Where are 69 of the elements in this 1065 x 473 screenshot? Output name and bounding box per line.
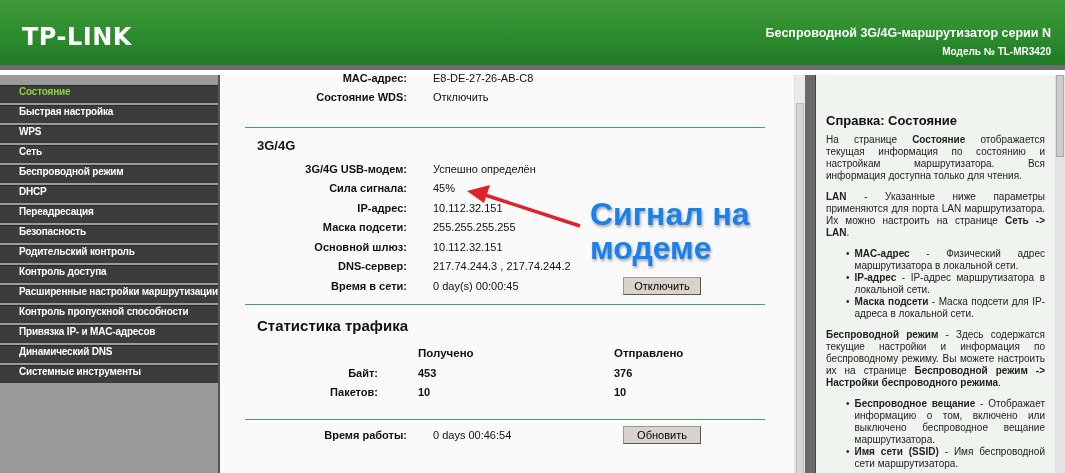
sidebar-item[interactable]: Системные инструменты (0, 365, 218, 383)
sidebar-item[interactable]: Родительский контроль (0, 245, 218, 263)
field-label: Время работы: (323, 429, 407, 441)
column-header: Получено (418, 347, 475, 360)
field-value: E8-DE-27-26-AB-C8 (433, 71, 535, 84)
field-value: 255.255.255.255 (433, 221, 517, 234)
sidebar-item[interactable]: DHCP (0, 185, 218, 203)
bullet: • (846, 446, 850, 459)
table-cell-text: 10 (614, 386, 628, 399)
annotation-text: Сигнал на модеме (590, 198, 751, 266)
scrollbar[interactable] (1055, 75, 1065, 473)
field-value: 10.112.32.151 (433, 201, 504, 214)
row-label: Байт: (347, 366, 378, 379)
bullet: • (846, 248, 850, 261)
field-value: 10.112.32.151 (433, 240, 504, 253)
help-list-item: IP-адрес - IP-адрес маршрутизатора в локальной сети. (854, 272, 1045, 296)
section-title: 3G/4G (256, 137, 297, 155)
field-label: Основной шлюз: (313, 240, 407, 253)
field-value: 45% (433, 182, 457, 195)
sidebar-item[interactable]: Контроль пропускной способности (0, 305, 218, 323)
field-label: 3G/4G USB-модем: (304, 162, 407, 175)
sidebar-item[interactable]: Безопасность (0, 225, 218, 243)
table-cell-text: 10 (418, 386, 432, 399)
bullet: • (846, 398, 850, 411)
sidebar-item[interactable]: Переадресация (0, 205, 218, 223)
help-list-item: Маска подсети - Маска подсети для IP-адреса в локальной сети. (854, 296, 1045, 320)
field-label: Время в сети: (330, 279, 407, 292)
sidebar-item[interactable]: Динамический DNS (0, 345, 218, 363)
field-value: 0 day(s) 00:00:45 (433, 279, 520, 292)
row-label: Пакетов: (329, 386, 378, 399)
field-label: Маска подсети: (321, 221, 407, 234)
help-paragraph: Беспроводной режим - Здесь содержатся текущие настройки и информация по беспроводному режиму. Вы можете настроить их на странице Беспроводной режим -> Настройки беспроводного режима. (826, 329, 1045, 389)
scrollbar[interactable] (794, 75, 805, 473)
column-header: Отправлено (614, 347, 685, 360)
field-value: Отключить (433, 91, 490, 104)
sidebar-item[interactable]: Состояние (0, 85, 218, 103)
help-list-item: Беспроводное вещание - Отображает информацию о том, включено или выключено беспроводное вещание маршрутизатора. (854, 398, 1045, 446)
product-title: Беспроводной 3G/4G-маршрутизатор серии N (765, 26, 1051, 40)
sidebar-item[interactable]: Сеть (0, 145, 218, 163)
help-paragraph: LAN - Указанные ниже параметры применяются для порта LAN маршрутизатора. Их можно настроить на странице Сеть -> LAN. (826, 191, 1045, 239)
field-label: IP-адрес: (356, 201, 407, 214)
sidebar-item[interactable]: Беспроводной режим (0, 165, 218, 183)
action-button[interactable]: Отключить (623, 276, 701, 295)
logo: TP-LINK (22, 22, 132, 51)
field-label: DNS-сервер: (337, 260, 407, 273)
section-title: Статистика трафика (256, 315, 410, 336)
sidebar-item[interactable]: Быстрая настройка (0, 105, 218, 123)
field-value: 0 days 00:46:54 (433, 429, 513, 441)
scrollbar-thumb[interactable] (796, 103, 804, 473)
sidebar-item[interactable]: WPS (0, 125, 218, 143)
sidebar-item[interactable]: Контроль доступа (0, 265, 218, 283)
model-number: Модель № TL-MR3420 (942, 46, 1051, 57)
help-title: Справка: Состояние (826, 115, 959, 127)
bullet: • (846, 272, 850, 285)
help-paragraph: На странице Состояние отображается текущая информация по состоянию и настройкам маршрутизатора. Вся информация доступна только для чтения. (826, 134, 1045, 182)
table-cell-text: 376 (614, 366, 634, 379)
help-list-item: MAC-адрес - Физический адрес маршрутизатора в локальной сети. (854, 248, 1045, 272)
sidebar-item[interactable]: Привязка IP- и MAC-адресов (0, 325, 218, 343)
sidebar-item[interactable]: Расширенные настройки маршрутизации (0, 285, 218, 303)
table-cell-text: 453 (418, 366, 438, 379)
action-button[interactable]: Обновить (623, 426, 701, 444)
help-list-item: Имя сети (SSID) - Имя беспроводной сети маршрутизатора. (854, 446, 1045, 470)
field-value: 217.74.244.3 , 217.74.244.2 (433, 260, 572, 273)
field-label: Сила сигнала: (328, 182, 407, 195)
field-label: Состояние WDS: (315, 91, 407, 104)
field-label: MAC-адрес: (341, 71, 407, 84)
bullet: • (846, 296, 850, 309)
scrollbar-thumb[interactable] (1056, 75, 1064, 157)
field-value: Успешно определён (433, 162, 537, 175)
